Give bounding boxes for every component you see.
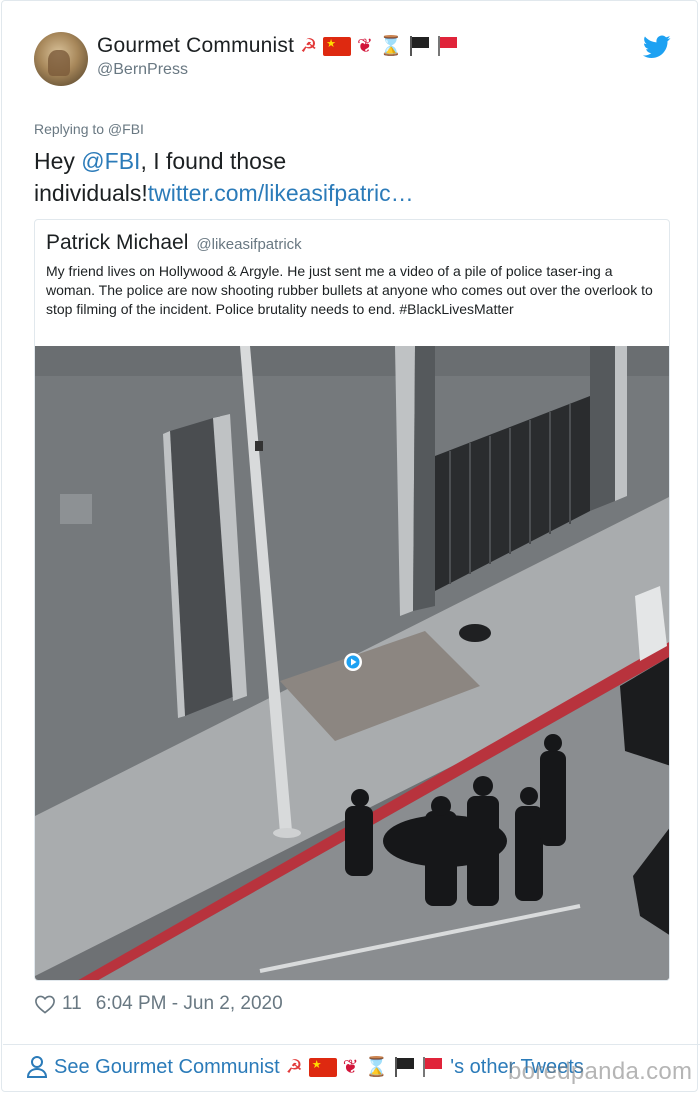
- tweet-url-link[interactable]: twitter.com/likeasifpatric…: [148, 180, 414, 206]
- quoted-tweet-text: My friend lives on Hollywood & Argyle. H…: [46, 263, 653, 317]
- author-name-row[interactable]: Gourmet Communist ☭ ❦ ⌛: [97, 34, 459, 58]
- tweet-text-part1: Hey: [34, 148, 82, 174]
- hammer-sickle-icon: ☭: [300, 34, 318, 57]
- footer-divider: [3, 1044, 700, 1045]
- red-flag-icon: [437, 36, 459, 56]
- tweet-text: Hey @FBI, I found those individuals!twit…: [34, 145, 634, 209]
- twitter-bird-icon[interactable]: [643, 35, 671, 59]
- mention-link[interactable]: @FBI: [81, 148, 140, 174]
- author-display-name[interactable]: Gourmet Communist: [97, 34, 294, 58]
- heart-icon[interactable]: [34, 994, 56, 1014]
- tweet-meta: 11 6:04 PM - Jun 2, 2020: [34, 993, 283, 1015]
- hourglass-icon: ⌛: [364, 1055, 389, 1078]
- watermark: boredpanda.com: [508, 1058, 693, 1085]
- china-flag-icon: [323, 36, 352, 56]
- author-handle[interactable]: @BernPress: [97, 61, 188, 79]
- red-flag-icon: [422, 1057, 444, 1077]
- tweet-timestamp[interactable]: 6:04 PM - Jun 2, 2020: [96, 993, 283, 1015]
- china-flag-icon: [308, 1057, 337, 1077]
- black-flag-icon: [409, 36, 431, 56]
- quoted-tweet[interactable]: Patrick Michael @likeasifpatrick My frie…: [34, 219, 670, 981]
- quoted-author-name[interactable]: Patrick Michael: [46, 231, 188, 255]
- avatar[interactable]: [34, 32, 88, 86]
- rose-icon: ❦: [357, 34, 374, 57]
- hourglass-icon: ⌛: [379, 34, 403, 57]
- tweet-card: Gourmet Communist ☭ ❦ ⌛ @BernPress Reply…: [1, 0, 700, 1092]
- like-count: 11: [62, 993, 82, 1014]
- quoted-tweet-header: Patrick Michael @likeasifpatrick: [46, 231, 302, 255]
- person-icon: [26, 1056, 48, 1078]
- replying-to[interactable]: Replying to @FBI: [34, 121, 144, 137]
- rose-icon: ❦: [342, 1055, 359, 1078]
- see-other-tweets-link[interactable]: See Gourmet Communist ☭ ❦ ⌛ 's other Twe…: [26, 1055, 584, 1079]
- black-flag-icon: [394, 1057, 416, 1077]
- hammer-sickle-icon: ☭: [285, 1055, 303, 1078]
- video-thumbnail[interactable]: [35, 346, 669, 980]
- video-frame-illustration: [35, 346, 669, 980]
- quoted-author-handle[interactable]: @likeasifpatrick: [196, 236, 301, 253]
- see-other-tweets-prefix[interactable]: See Gourmet Communist: [54, 1056, 280, 1079]
